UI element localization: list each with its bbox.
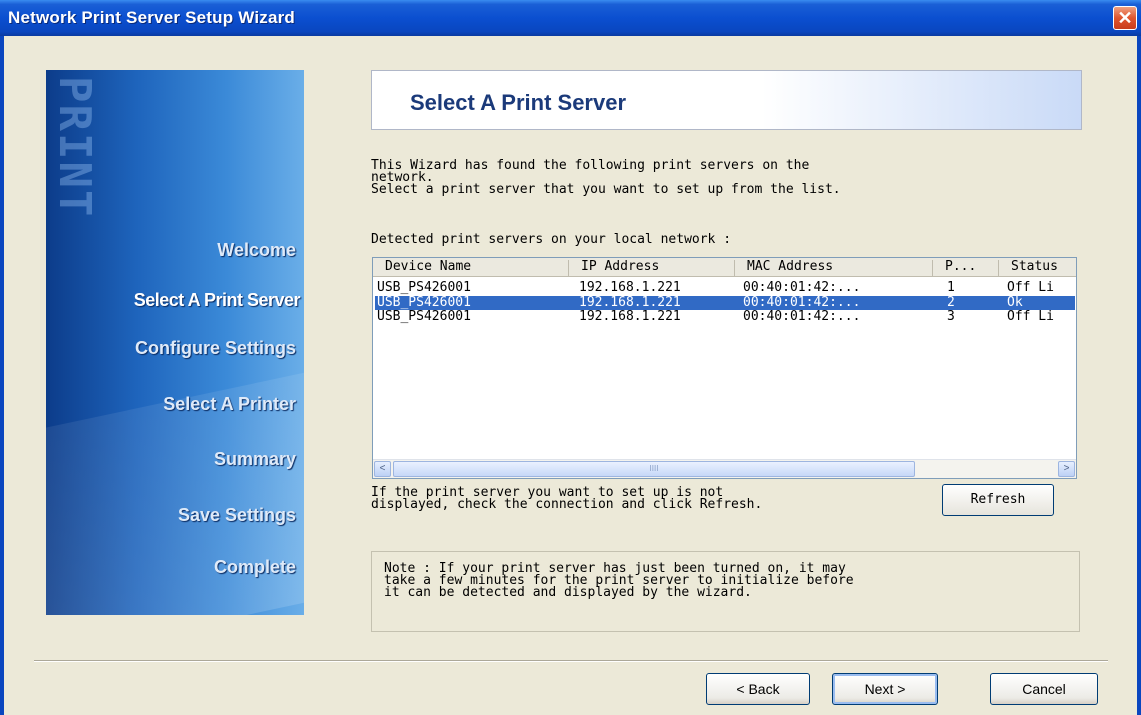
step-select-printer: Select A Printer — [163, 394, 296, 414]
table-row[interactable]: USB_PS426001 192.168.1.221 00:40:01:42:.… — [375, 281, 1075, 295]
cell-status: Off Li — [1007, 281, 1054, 295]
refresh-hint-text: If the print server you want to set up i… — [371, 485, 763, 512]
print-server-list[interactable]: Device Name IP Address MAC Address P... … — [372, 257, 1077, 479]
cell-ip-address: 192.168.1.221 — [579, 296, 681, 310]
step-select-print-server: Select A Print Server — [133, 290, 301, 310]
horizontal-scrollbar[interactable]: < IIII > — [373, 459, 1076, 478]
window-frame-left — [0, 36, 4, 715]
step-complete: Complete — [213, 557, 296, 577]
cell-port: 1 — [947, 281, 955, 295]
grip-icon: IIII — [649, 464, 659, 473]
wizard-sidebar: PRINT Welcome Select A Print Server Conf… — [46, 70, 304, 615]
description-text: This Wizard has found the following prin… — [371, 158, 841, 197]
step-configure-settings: Configure Settings — [135, 338, 296, 358]
page-title: Select A Print Server — [410, 90, 627, 115]
cell-status: Off Li — [1007, 310, 1054, 324]
step-save-settings: Save Settings — [177, 505, 296, 525]
scroll-left-button[interactable]: < — [374, 461, 391, 477]
page-header: Select A Print Server — [371, 70, 1082, 130]
column-header-ip-address[interactable]: IP Address — [569, 260, 735, 276]
close-button[interactable]: ✕ — [1113, 6, 1137, 30]
cell-device-name: USB_PS426001 — [377, 296, 471, 310]
cell-mac-address: 00:40:01:42:... — [743, 310, 861, 324]
scroll-right-button[interactable]: > — [1058, 461, 1075, 477]
list-header: Device Name IP Address MAC Address P... … — [373, 258, 1076, 277]
cell-ip-address: 192.168.1.221 — [579, 310, 681, 324]
cell-device-name: USB_PS426001 — [377, 310, 471, 324]
step-summary: Summary — [213, 449, 296, 469]
back-button[interactable]: < Back — [706, 673, 810, 705]
note-text: Note : If your print server has just bee… — [384, 561, 854, 600]
table-row[interactable]: USB_PS426001 192.168.1.221 00:40:01:42:.… — [375, 310, 1075, 324]
cell-port: 3 — [947, 310, 955, 324]
column-header-port[interactable]: P... — [933, 260, 999, 276]
cancel-button[interactable]: Cancel — [990, 673, 1098, 705]
window-frame-right — [1137, 36, 1141, 715]
chevron-right-icon: > — [1063, 463, 1070, 474]
column-header-mac-address[interactable]: MAC Address — [735, 260, 933, 276]
list-label: Detected print servers on your local net… — [371, 232, 732, 247]
cell-device-name: USB_PS426001 — [377, 281, 471, 295]
column-header-status[interactable]: Status — [999, 260, 1076, 276]
column-header-device-name[interactable]: Device Name — [373, 260, 569, 276]
step-welcome: Welcome — [217, 240, 296, 260]
refresh-button[interactable]: Refresh — [942, 484, 1054, 516]
title-bar: Network Print Server Setup Wizard ✕ — [0, 0, 1141, 36]
button-divider — [34, 660, 1108, 662]
next-button[interactable]: Next > — [832, 673, 938, 705]
window-title: Network Print Server Setup Wizard — [8, 8, 296, 27]
cell-status: Ok — [1007, 296, 1023, 310]
chevron-left-icon: < — [379, 463, 386, 474]
cell-mac-address: 00:40:01:42:... — [743, 296, 861, 310]
cell-ip-address: 192.168.1.221 — [579, 281, 681, 295]
note-box: Note : If your print server has just bee… — [371, 551, 1080, 632]
close-icon: ✕ — [1117, 8, 1133, 28]
sidebar-logo-text: PRINT — [49, 76, 100, 219]
scrollbar-thumb[interactable]: IIII — [393, 461, 915, 477]
cell-mac-address: 00:40:01:42:... — [743, 281, 861, 295]
table-row-selected[interactable]: USB_PS426001 192.168.1.221 00:40:01:42:.… — [375, 296, 1075, 310]
cell-port: 2 — [947, 296, 955, 310]
